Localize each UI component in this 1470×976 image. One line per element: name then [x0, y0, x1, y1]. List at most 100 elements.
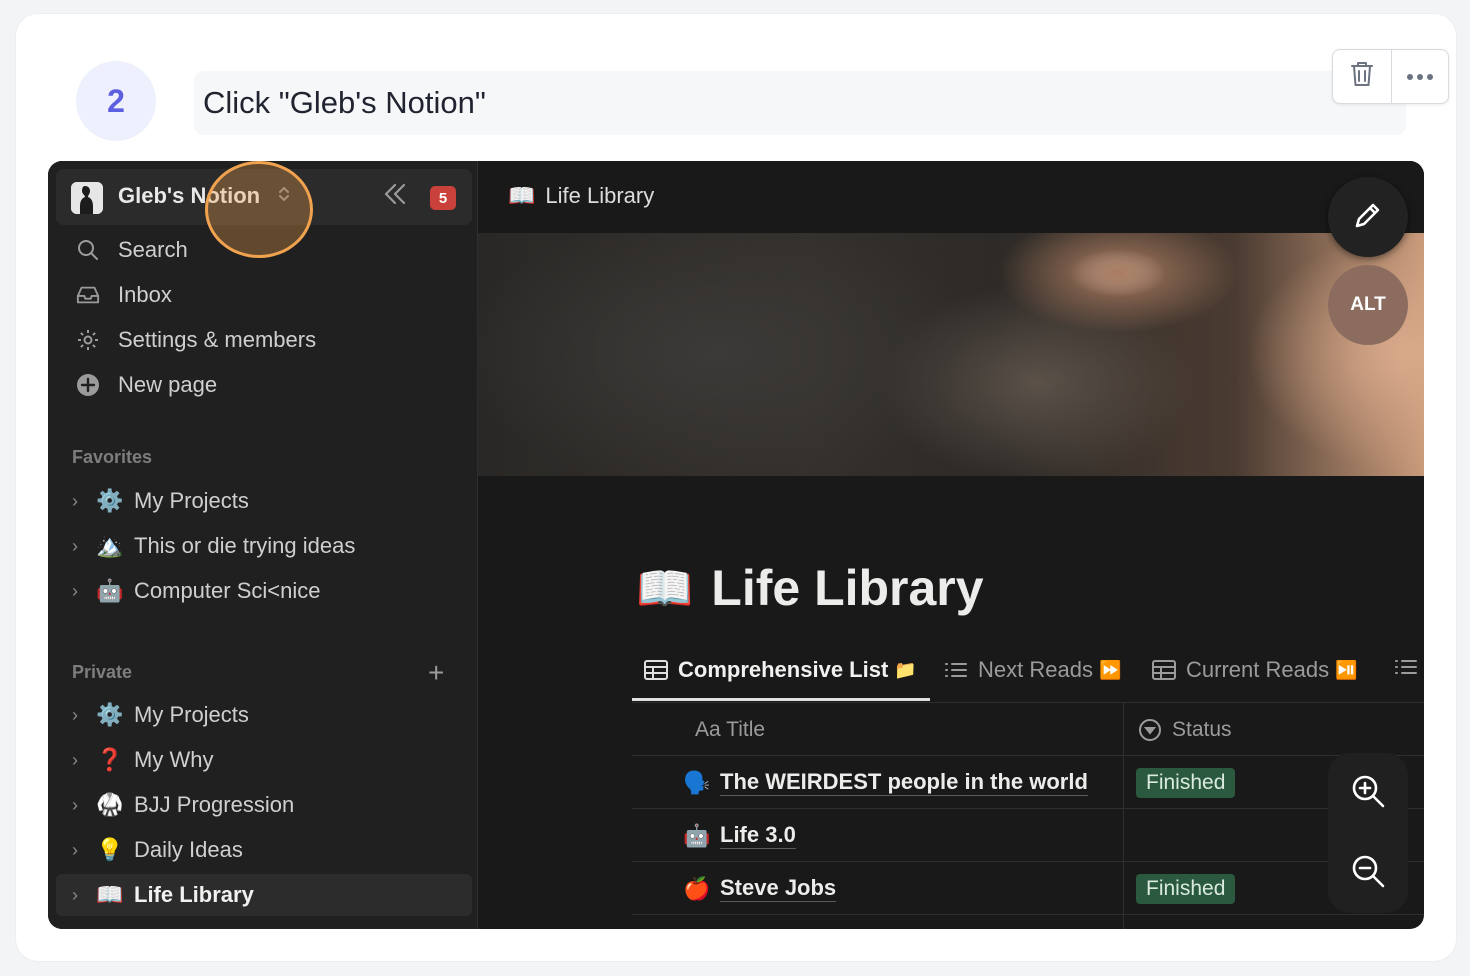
notion-sidebar: Gleb's Notion 5 Search Inbox Settings & … [48, 161, 478, 929]
table-row[interactable]: 🤖 Life 3.0 [632, 809, 1424, 862]
gear-emoji-icon: ⚙️ [96, 702, 124, 727]
row-title[interactable]: The WEIRDEST people in the world [720, 769, 1088, 796]
page-cover-image [478, 233, 1424, 476]
book-icon: 📖 [636, 561, 694, 614]
sidebar-item-my-projects-private[interactable]: › ⚙️ My Projects [56, 694, 472, 736]
chevron-right-icon[interactable]: › [72, 795, 86, 816]
zoom-out-button[interactable] [1328, 833, 1408, 913]
apple-emoji-icon: 🍎 [683, 875, 711, 901]
pencil-icon [1351, 198, 1385, 237]
sidebar-item-my-why[interactable]: › ❓ My Why [56, 739, 472, 781]
annotate-button[interactable] [1328, 177, 1408, 257]
title-cell[interactable]: 🗣️ The WEIRDEST people in the world [632, 756, 1124, 809]
more-horizontal-icon [1406, 68, 1434, 86]
table-row[interactable]: 🗣️ The WEIRDEST people in the world Fini… [632, 756, 1424, 809]
sidebar-item-daily-ideas[interactable]: › 💡 Daily Ideas [56, 829, 472, 871]
tab-more-views[interactable] [1394, 657, 1424, 677]
sidebar-item-life-library[interactable]: › 📖 Life Library [56, 874, 472, 916]
gear-icon [76, 328, 100, 352]
book-emoji-icon: 📖 [96, 882, 124, 907]
status-badge: Finished [1136, 767, 1236, 798]
private-heading: Private [72, 662, 133, 682]
sidebar-item-label: BJJ Progression [134, 792, 295, 817]
chevron-right-icon[interactable]: › [72, 491, 86, 512]
row-title[interactable]: Steve Jobs [720, 875, 837, 902]
robot-emoji-icon: 🤖 [96, 578, 124, 603]
zoom-in-button[interactable] [1328, 753, 1408, 833]
robot-emoji-icon: 🤖 [683, 822, 711, 848]
status-property-icon [1138, 718, 1162, 742]
gear-emoji-icon: ⚙️ [96, 488, 124, 513]
active-tab-indicator [632, 698, 930, 701]
tab-label: Current Reads [1186, 657, 1330, 682]
zoom-in-icon [1350, 773, 1386, 814]
sidebar-item-my-projects[interactable]: › ⚙️ My Projects [56, 480, 472, 522]
tab-current-reads[interactable]: Current Reads ⏯️ [1152, 657, 1358, 683]
more-button[interactable] [1390, 50, 1449, 103]
plus-circle-icon [76, 373, 100, 397]
sidebar-item-label: Inbox [118, 282, 172, 307]
sidebar-item-this-or-die[interactable]: › 🏔️ This or die trying ideas [56, 525, 472, 567]
sidebar-item-search[interactable]: Search [56, 229, 472, 271]
sidebar-item-bjj-progression[interactable]: › 🥋 BJJ Progression [56, 784, 472, 826]
chevron-right-icon[interactable]: › [72, 705, 86, 726]
step-actions [1332, 49, 1449, 104]
list-icon [1394, 657, 1418, 677]
sidebar-item-label: Computer Sci<nice [134, 578, 321, 603]
table-header-row: Aa Title Status [632, 703, 1424, 756]
sidebar-item-settings[interactable]: Settings & members [56, 319, 472, 361]
step-instruction[interactable]: Click "Gleb's Notion" [194, 71, 1406, 135]
table-icon [644, 660, 668, 680]
database-view-tabs: Comprehensive List 📁 Next Reads ⏩ Curren… [632, 643, 1424, 703]
chevron-right-icon[interactable]: › [72, 840, 86, 861]
sidebar-item-new-page[interactable]: New page [56, 364, 472, 406]
lightbulb-emoji-icon: 💡 [96, 837, 124, 862]
double-chevron-left-icon[interactable] [382, 181, 408, 212]
title-cell[interactable]: 🤖 Life 3.0 [632, 809, 1124, 862]
title-cell[interactable] [632, 915, 1124, 929]
notification-badge[interactable]: 5 [430, 186, 456, 210]
workspace-avatar [71, 182, 103, 214]
trash-icon [1349, 60, 1375, 93]
sidebar-item-label: Daily Ideas [134, 837, 243, 862]
chevron-right-icon[interactable]: › [72, 536, 86, 557]
table-row[interactable]: 🍎 Steve Jobs Finished [632, 862, 1424, 915]
delete-button[interactable] [1333, 50, 1391, 103]
sidebar-item-inbox[interactable]: Inbox [56, 274, 472, 316]
sidebar-item-label: Search [118, 237, 188, 262]
martial-arts-emoji-icon: 🥋 [96, 792, 124, 817]
breadcrumb-label: Life Library [545, 183, 655, 208]
column-header-status[interactable]: Status [1124, 703, 1424, 756]
row-title[interactable]: Life 3.0 [720, 822, 796, 849]
title-cell[interactable]: 🍎 Steve Jobs [632, 862, 1124, 915]
question-emoji-icon: ❓ [96, 747, 124, 772]
sidebar-item-computer-science[interactable]: › 🤖 Computer Sci<nice [56, 570, 472, 612]
tab-comprehensive-list[interactable]: Comprehensive List 📁 [644, 657, 917, 683]
tab-next-reads[interactable]: Next Reads ⏩ [944, 657, 1121, 683]
mountain-emoji-icon: 🏔️ [96, 533, 124, 558]
table-icon [1152, 660, 1176, 680]
table-row[interactable] [632, 915, 1424, 929]
chevron-right-icon[interactable]: › [72, 750, 86, 771]
favorites-heading: Favorites [72, 447, 153, 467]
zoom-out-icon [1350, 853, 1386, 894]
page-title-text: Life Library [711, 560, 984, 616]
add-page-icon[interactable]: + [428, 659, 444, 687]
play-pause-emoji-icon: ⏯️ [1335, 659, 1358, 680]
column-header-label: Status [1172, 717, 1232, 741]
column-header-title[interactable]: Aa Title [632, 703, 1124, 756]
status-badge: Finished [1136, 873, 1236, 904]
chevron-right-icon[interactable]: › [72, 581, 86, 602]
page-topbar: 📖 Life Library [478, 161, 1424, 233]
alt-text-button[interactable]: ALT [1328, 265, 1408, 345]
list-icon [944, 660, 968, 680]
step-number: 2 [76, 61, 156, 141]
breadcrumb[interactable]: 📖 Life Library [508, 183, 654, 209]
sidebar-item-label: My Projects [134, 488, 249, 513]
sidebar-item-label: New page [118, 372, 218, 397]
fast-forward-emoji-icon: ⏩ [1098, 659, 1122, 680]
tab-label: Next Reads [978, 657, 1093, 682]
chevron-right-icon[interactable]: › [72, 885, 86, 906]
zoom-controls [1328, 753, 1408, 913]
speaking-head-emoji-icon: 🗣️ [683, 769, 711, 795]
